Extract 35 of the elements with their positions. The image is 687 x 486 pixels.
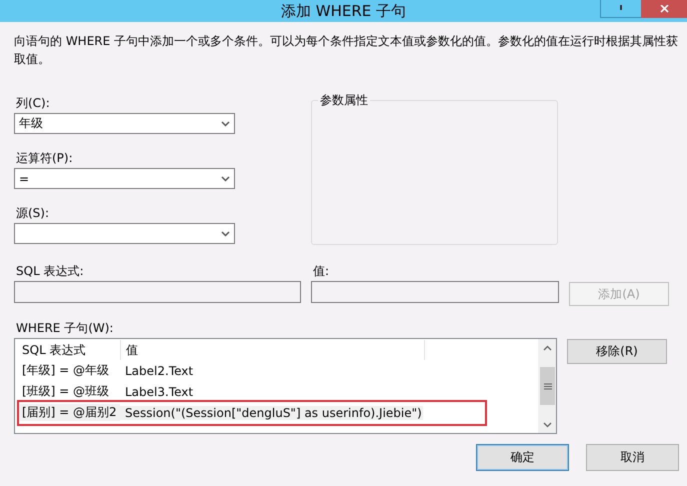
dialog-button[interactable]: 确定 xyxy=(476,444,569,471)
column-header[interactable]: 值 xyxy=(121,340,425,360)
group-title: 参数属性 xyxy=(318,92,370,109)
field-label: 值: xyxy=(313,264,330,278)
value-field[interactable] xyxy=(311,281,559,303)
table-cell-text: [年级] = @年级 xyxy=(21,362,110,379)
column-header[interactable]: SQL 表达式 xyxy=(17,340,121,360)
close-icon[interactable] xyxy=(660,5,668,13)
table-cell-text: Label3.Text xyxy=(124,384,194,398)
chevron-down-icon xyxy=(221,120,230,126)
table-cell: Session("(Session["dengluS"] as userinfo).Jiebie") xyxy=(120,406,423,420)
field-label: WHERE 子句(W): xyxy=(16,321,114,335)
description-text: 向语句的 WHERE 子句中添加一个或多个条件。可以为每个条件指定文本值或参数化的值。参数化的值在运行时根据其属性获取值。 xyxy=(14,33,680,68)
chevron-down-icon xyxy=(221,230,230,236)
chevron-up-icon[interactable] xyxy=(543,344,552,350)
scrollbar[interactable] xyxy=(538,339,556,433)
dropdown-field[interactable] xyxy=(14,223,235,244)
table-cell-text: [班级] = @班级 xyxy=(21,383,110,400)
chevron-down-icon[interactable] xyxy=(543,422,552,428)
where-clause-list[interactable]: SQL 表达式 值 [年级] = @年级 Label2.Text [班级] = @班级 Label3.Text [届别] = @届别2 Session("(Session["dengluS"] as userinfo).Jiebie") xyxy=(14,338,557,434)
dropdown-field[interactable]: 年级 xyxy=(14,113,235,134)
window-title: 添加 WHERE 子句 xyxy=(280,1,406,21)
field-label: 源(S): xyxy=(16,206,50,220)
dialog-button[interactable]: 取消 xyxy=(586,444,679,471)
close-button[interactable] xyxy=(641,0,687,18)
sql-expression-field[interactable] xyxy=(14,281,301,303)
field-label: SQL 表达式: xyxy=(16,264,85,278)
table-cell-text: Label2.Text xyxy=(124,364,194,378)
remove-button[interactable]: 移除(R) xyxy=(567,339,667,364)
dropdown-field[interactable]: = xyxy=(14,168,235,189)
chevron-down-icon xyxy=(221,176,230,182)
grip-icon[interactable] xyxy=(544,382,552,390)
field-label: 列(C): xyxy=(16,96,51,110)
field-label: 运算符(P): xyxy=(16,151,74,165)
table-cell: [届别] = @届别2 xyxy=(17,404,120,421)
